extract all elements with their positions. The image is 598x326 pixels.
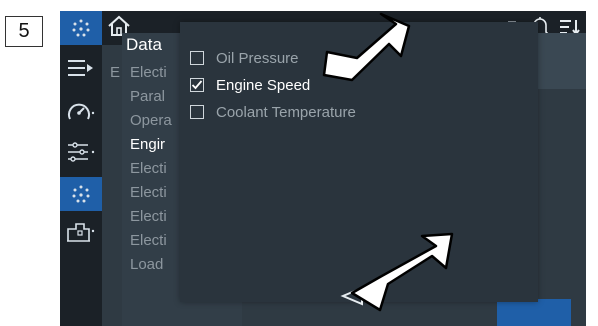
plant-icon <box>67 223 95 242</box>
bottom-input-field[interactable] <box>182 311 298 326</box>
data-row-9[interactable]: Load <box>130 256 163 273</box>
nav-settings[interactable] <box>60 135 102 169</box>
data-row-6[interactable]: Electi <box>130 184 167 201</box>
oil-pressure-label: Oil Pressure <box>216 49 299 67</box>
gauge-icon <box>68 103 95 120</box>
selection-popup: Oil Pressure Engine Speed Coolant Temper… <box>180 22 538 306</box>
engine-speed-label: Engine Speed <box>216 76 311 94</box>
menu-icon <box>68 60 93 76</box>
device-screen: Data E Electi Paral Opera Engir Electi E… <box>60 11 586 326</box>
option-engine-speed[interactable]: Engine Speed <box>190 76 310 94</box>
nav-engine-config[interactable] <box>60 177 102 211</box>
engine-config-icon <box>72 185 90 203</box>
data-row-5[interactable]: Electi <box>130 160 167 177</box>
engine-config-icon <box>72 19 90 37</box>
nav-plant[interactable] <box>60 215 102 249</box>
option-coolant-temperature[interactable]: Coolant Temperature <box>190 103 356 121</box>
step-number-badge: 5 <box>5 16 43 47</box>
coolant-temperature-label: Coolant Temperature <box>216 103 356 121</box>
data-row-8[interactable]: Electi <box>130 232 167 249</box>
nav-gauge[interactable] <box>60 95 102 129</box>
blue-action-button[interactable] <box>497 299 571 326</box>
data-panel-title: Data <box>126 35 162 54</box>
nav-rail <box>60 11 102 326</box>
coolant-temperature-checkbox[interactable] <box>190 105 204 119</box>
data-panel-letter: E <box>110 64 121 81</box>
oil-pressure-checkbox[interactable] <box>190 51 204 65</box>
nav-engine-config-top[interactable] <box>60 11 102 45</box>
settings-sliders-icon <box>68 142 95 162</box>
back-triangle-icon[interactable] <box>340 285 366 307</box>
option-oil-pressure[interactable]: Oil Pressure <box>190 49 299 67</box>
data-row-2[interactable]: Paral <box>130 88 165 105</box>
data-row-3[interactable]: Opera <box>130 112 172 129</box>
data-row-1[interactable]: Electi <box>130 64 167 81</box>
checkmark-icon <box>191 80 203 90</box>
data-row-4[interactable]: Engir <box>130 136 165 153</box>
data-row-7[interactable]: Electi <box>130 208 167 225</box>
engine-speed-checkbox[interactable] <box>190 78 204 92</box>
nav-menu[interactable] <box>60 51 102 85</box>
